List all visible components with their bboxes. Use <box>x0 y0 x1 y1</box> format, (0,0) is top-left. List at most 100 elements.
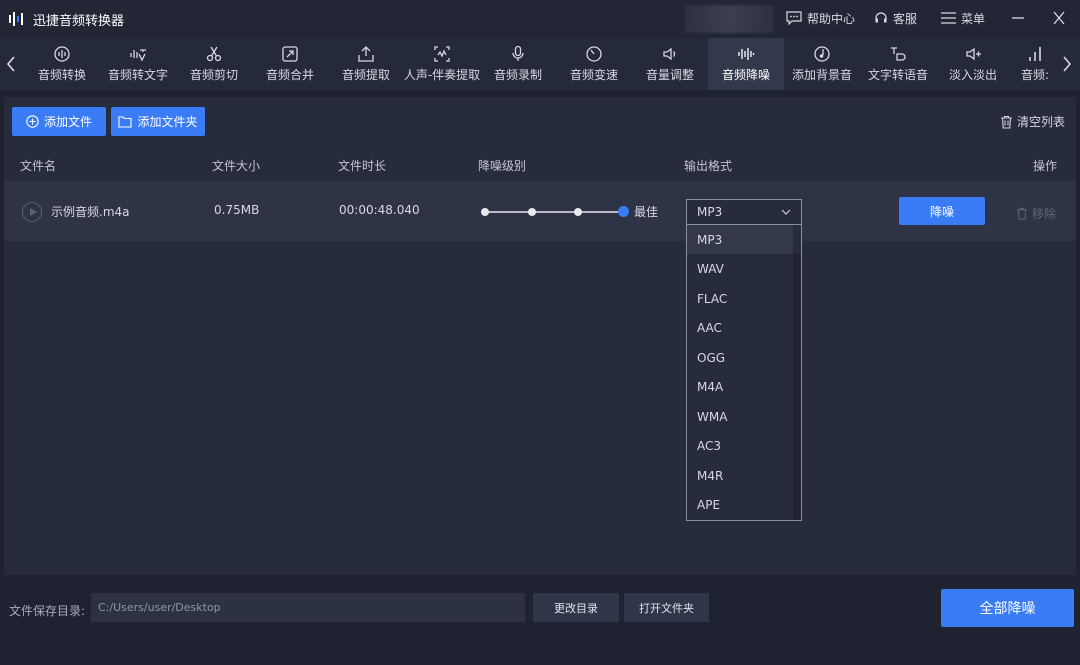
tool-audio-to-text[interactable]: 音频转文字 <box>100 38 176 90</box>
feature-toolbar: 音频转换 音频转文字 音频剪切 音频合并 音频提取 人声-伴奏提取 音频录制 音… <box>0 38 1080 90</box>
close-icon[interactable] <box>1049 9 1069 27</box>
format-option[interactable]: M4A <box>687 372 793 401</box>
slider-stop-1[interactable] <box>481 208 489 216</box>
clear-list-button[interactable]: 清空列表 <box>1000 113 1065 130</box>
tool-audio-record[interactable]: 音频录制 <box>480 38 556 90</box>
tool-vocal-extract[interactable]: 人声-伴奏提取 <box>404 38 480 90</box>
tool-volume-adjust[interactable]: 音量调整 <box>632 38 708 90</box>
remove-button[interactable]: 移除 <box>1016 205 1056 222</box>
tool-label: 淡入淡出 <box>948 68 997 82</box>
add-folder-label: 添加文件夹 <box>137 115 198 129</box>
file-size: 0.75MB <box>214 203 260 217</box>
save-dir-input[interactable] <box>91 593 525 622</box>
format-option[interactable]: AAC <box>687 313 793 342</box>
save-dir-label: 文件保存目录: <box>9 604 86 618</box>
tool-audio-denoise[interactable]: 音频降噪 <box>708 38 784 90</box>
column-header-format: 输出格式 <box>684 159 733 173</box>
tool-audio-speed[interactable]: 音频变速 <box>556 38 632 90</box>
tool-audio-extract[interactable]: 音频提取 <box>328 38 404 90</box>
add-file-button[interactable]: 添加文件 <box>12 107 106 136</box>
fade-icon <box>966 47 981 61</box>
tool-audio-more[interactable]: 音频: <box>1010 38 1060 90</box>
add-file-label: 添加文件 <box>43 115 92 129</box>
tool-audio-cut[interactable]: 音频剪切 <box>176 38 252 90</box>
tool-label: 添加背景音 <box>791 68 852 82</box>
plus-circle-icon <box>26 115 39 128</box>
tool-label: 音频录制 <box>493 68 542 82</box>
chevron-left-icon[interactable] <box>4 54 18 74</box>
blurred-user-area <box>684 5 774 33</box>
chevron-down-icon <box>781 209 791 215</box>
slider-handle[interactable] <box>618 206 629 217</box>
column-header-name: 文件名 <box>20 159 57 173</box>
volume-icon <box>663 47 676 61</box>
column-header-duration: 文件时长 <box>338 159 387 173</box>
tool-label: 音频转文字 <box>107 68 168 82</box>
denoise-icon <box>738 48 755 60</box>
text-to-speech-icon <box>891 47 906 61</box>
denoise-button[interactable]: 降噪 <box>899 197 985 225</box>
tool-label: 音频变速 <box>569 68 618 82</box>
dropdown-scrollbar[interactable] <box>793 254 801 520</box>
remove-label: 移除 <box>1032 207 1057 221</box>
denoise-level-label: 最佳 <box>634 205 659 219</box>
microphone-icon <box>512 45 524 61</box>
format-option[interactable]: M4R <box>687 461 793 490</box>
denoise-all-button[interactable]: 全部降噪 <box>941 589 1074 627</box>
open-folder-button[interactable]: 打开文件夹 <box>624 593 709 622</box>
format-option[interactable]: WAV <box>687 254 793 283</box>
clear-list-label: 清空列表 <box>1017 115 1066 129</box>
tool-text-to-speech[interactable]: 文字转语音 <box>860 38 936 90</box>
format-option[interactable]: WMA <box>687 402 793 431</box>
format-option[interactable]: APE <box>687 490 793 519</box>
chat-icon <box>786 11 802 25</box>
tool-label: 音频剪切 <box>189 68 238 82</box>
folder-icon <box>118 115 133 128</box>
format-option[interactable]: OGG <box>687 343 793 372</box>
slider-stop-2[interactable] <box>528 208 536 216</box>
chevron-right-icon[interactable] <box>1060 54 1074 74</box>
add-folder-button[interactable]: 添加文件夹 <box>111 107 205 136</box>
tool-label: 音量调整 <box>645 68 694 82</box>
vocal-extract-icon <box>434 46 450 62</box>
customer-service-label: 客服 <box>893 11 918 26</box>
change-dir-button[interactable]: 更改目录 <box>533 593 619 622</box>
extract-icon <box>358 46 374 62</box>
tool-fade[interactable]: 淡入淡出 <box>936 38 1010 90</box>
tool-label: 音频转换 <box>37 68 86 82</box>
speed-icon <box>586 46 602 62</box>
tool-label: 文字转语音 <box>867 68 928 82</box>
column-header-size: 文件大小 <box>212 159 261 173</box>
file-name: 示例音频.m4a <box>51 205 130 219</box>
minimize-icon[interactable] <box>1008 9 1028 27</box>
format-option[interactable]: MP3 <box>687 225 793 254</box>
tool-label: 音频降噪 <box>721 68 770 82</box>
tool-label: 音频合并 <box>265 68 314 82</box>
format-option[interactable]: FLAC <box>687 284 793 313</box>
customer-service-button[interactable]: 客服 <box>874 8 917 28</box>
output-format-select[interactable]: MP3 <box>686 199 802 225</box>
play-icon[interactable] <box>22 202 42 222</box>
app-logo-icon <box>9 12 23 26</box>
slider-stop-3[interactable] <box>574 208 582 216</box>
denoise-level-slider-track[interactable] <box>482 211 622 213</box>
title-bar: 迅捷音频转换器 帮助中心 客服 菜单 <box>0 0 1080 38</box>
tool-audio-convert[interactable]: 音频转换 <box>24 38 100 90</box>
menu-label: 菜单 <box>961 11 986 26</box>
selected-format: MP3 <box>697 205 723 219</box>
help-center-button[interactable]: 帮助中心 <box>786 8 855 28</box>
format-option[interactable]: AC3 <box>687 431 793 460</box>
trash-icon <box>1016 207 1028 220</box>
hamburger-icon <box>941 12 956 24</box>
menu-button[interactable]: 菜单 <box>941 8 985 28</box>
tool-audio-merge[interactable]: 音频合并 <box>252 38 328 90</box>
column-header-ops: 操作 <box>1033 159 1058 173</box>
file-duration: 00:00:48.040 <box>339 203 420 217</box>
tool-label: 人声-伴奏提取 <box>403 68 481 82</box>
merge-icon <box>282 46 298 62</box>
audio-convert-icon <box>54 46 70 62</box>
tool-add-background[interactable]: 添加背景音 <box>784 38 860 90</box>
column-header-level: 降噪级别 <box>478 159 527 173</box>
audio-to-text-icon <box>130 49 146 62</box>
background-music-icon <box>814 46 830 62</box>
